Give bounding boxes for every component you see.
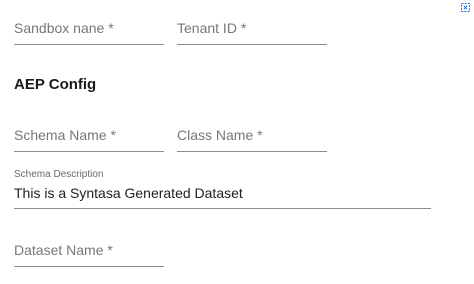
schema-description-label: Schema Description xyxy=(14,169,104,180)
class-name-label: Class Name * xyxy=(177,127,263,143)
expand-icon[interactable] xyxy=(461,3,470,12)
schema-name-label: Schema Name * xyxy=(14,127,116,143)
sandbox-name-label: Sandbox nane * xyxy=(14,20,114,36)
dataset-name-label: Dataset Name * xyxy=(14,242,113,258)
schema-name-field[interactable]: Schema Name * xyxy=(14,121,164,152)
tenant-id-label: Tenant ID * xyxy=(177,20,247,36)
tenant-id-field[interactable]: Tenant ID * xyxy=(177,14,327,45)
aep-config-form: Sandbox nane * Tenant ID * AEP Config Sc… xyxy=(0,0,474,284)
class-name-field[interactable]: Class Name * xyxy=(177,121,327,152)
sandbox-name-field[interactable]: Sandbox nane * xyxy=(14,14,164,45)
section-title-aep-config: AEP Config xyxy=(14,76,97,93)
schema-description-field[interactable]: Schema Description This is a Syntasa Gen… xyxy=(14,165,431,209)
dataset-name-field[interactable]: Dataset Name * xyxy=(14,236,164,267)
schema-description-value: This is a Syntasa Generated Dataset xyxy=(14,185,243,201)
